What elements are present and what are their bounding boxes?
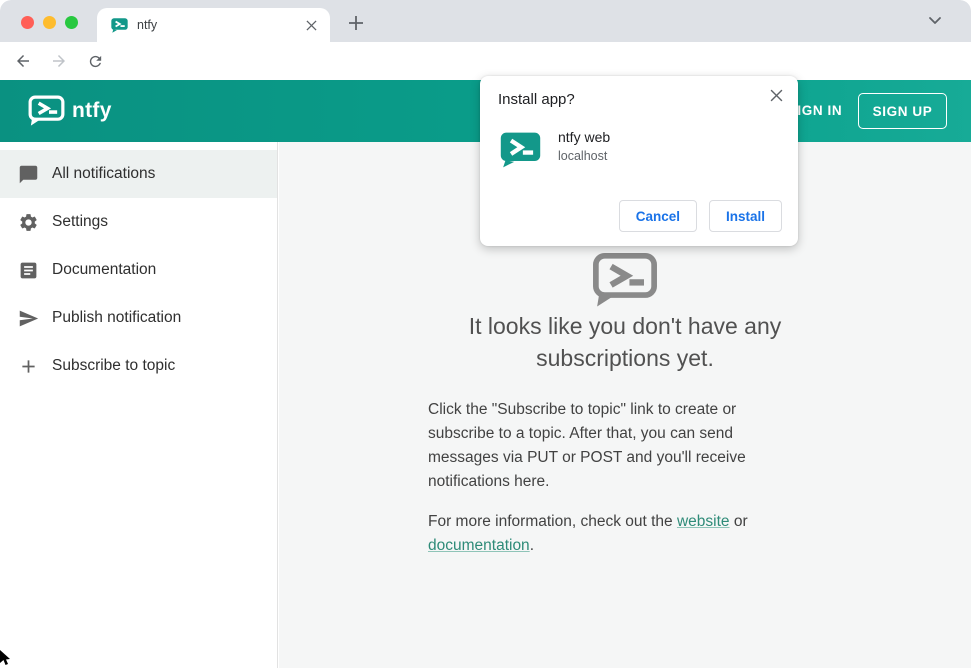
- send-icon: [16, 306, 40, 330]
- sign-up-button[interactable]: SIGN UP: [858, 93, 947, 129]
- window-close-button[interactable]: [21, 16, 34, 29]
- window-zoom-button[interactable]: [65, 16, 78, 29]
- browser-toolbar: localhost: [0, 42, 971, 117]
- tab-close-icon[interactable]: [302, 16, 320, 34]
- tab-list-chevron-icon[interactable]: [926, 11, 946, 31]
- sidebar-item-documentation[interactable]: Documentation: [0, 246, 277, 294]
- browser-tab-ntfy[interactable]: ntfy: [97, 8, 330, 42]
- cancel-button[interactable]: Cancel: [618, 200, 697, 232]
- reload-icon[interactable]: [83, 49, 107, 73]
- back-icon[interactable]: [11, 49, 35, 73]
- ntfy-app-icon: [500, 132, 541, 168]
- close-icon[interactable]: [766, 85, 786, 105]
- sidebar-item-subscribe-to-topic[interactable]: Subscribe to topic: [0, 342, 277, 390]
- empty-state-paragraph: For more information, check out the webs…: [428, 510, 782, 558]
- empty-state-heading: It looks like you don't have any subscri…: [468, 313, 782, 371]
- install-app-dialog: Install app? ntfy web localhost Cancel I…: [480, 76, 798, 246]
- install-button[interactable]: Install: [708, 200, 782, 232]
- chat-bubble-icon: [16, 162, 40, 186]
- dialog-app-origin: localhost: [558, 149, 608, 163]
- empty-state-text: Click the "Subscribe to topic" link to c…: [428, 398, 782, 558]
- sidebar-item-publish-notification[interactable]: Publish notification: [0, 294, 277, 342]
- documentation-link[interactable]: documentation: [428, 537, 530, 554]
- ntfy-favicon-icon: [111, 17, 128, 33]
- sidebar-item-label: All notifications: [52, 165, 156, 182]
- window-minimize-button[interactable]: [43, 16, 56, 29]
- empty-state-paragraph: Click the "Subscribe to topic" link to c…: [428, 401, 746, 490]
- gear-icon: [16, 210, 40, 234]
- text-fragment: or: [729, 513, 748, 530]
- dialog-title: Install app?: [498, 91, 575, 108]
- forward-icon[interactable]: [47, 49, 71, 73]
- sidebar-item-label: Publish notification: [52, 309, 182, 326]
- new-tab-button[interactable]: [346, 13, 366, 33]
- mouse-cursor: [0, 650, 10, 665]
- article-icon: [16, 258, 40, 282]
- sidebar-item-all-notifications[interactable]: All notifications: [0, 150, 277, 198]
- sidebar-item-label: Subscribe to topic: [52, 357, 176, 374]
- tab-strip: ntfy: [0, 0, 971, 42]
- brand-name: ntfy: [72, 99, 112, 122]
- text-fragment: .: [529, 537, 534, 554]
- sidebar-item-label: Documentation: [52, 261, 157, 278]
- plus-icon: [16, 354, 40, 378]
- tab-title: ntfy: [137, 18, 158, 32]
- sidebar-item-label: Settings: [52, 213, 109, 230]
- ntfy-terminal-logo-gray-icon: [593, 252, 657, 307]
- navigation-sidebar: All notifications Settings Documentation…: [0, 142, 278, 668]
- sidebar-item-settings[interactable]: Settings: [0, 198, 277, 246]
- website-link[interactable]: website: [677, 513, 730, 530]
- browser-window: ntfy localhost: [0, 0, 971, 668]
- dialog-app-name: ntfy web: [558, 129, 611, 145]
- text-fragment: For more information, check out the: [428, 513, 677, 530]
- ntfy-terminal-logo-icon: [28, 95, 65, 126]
